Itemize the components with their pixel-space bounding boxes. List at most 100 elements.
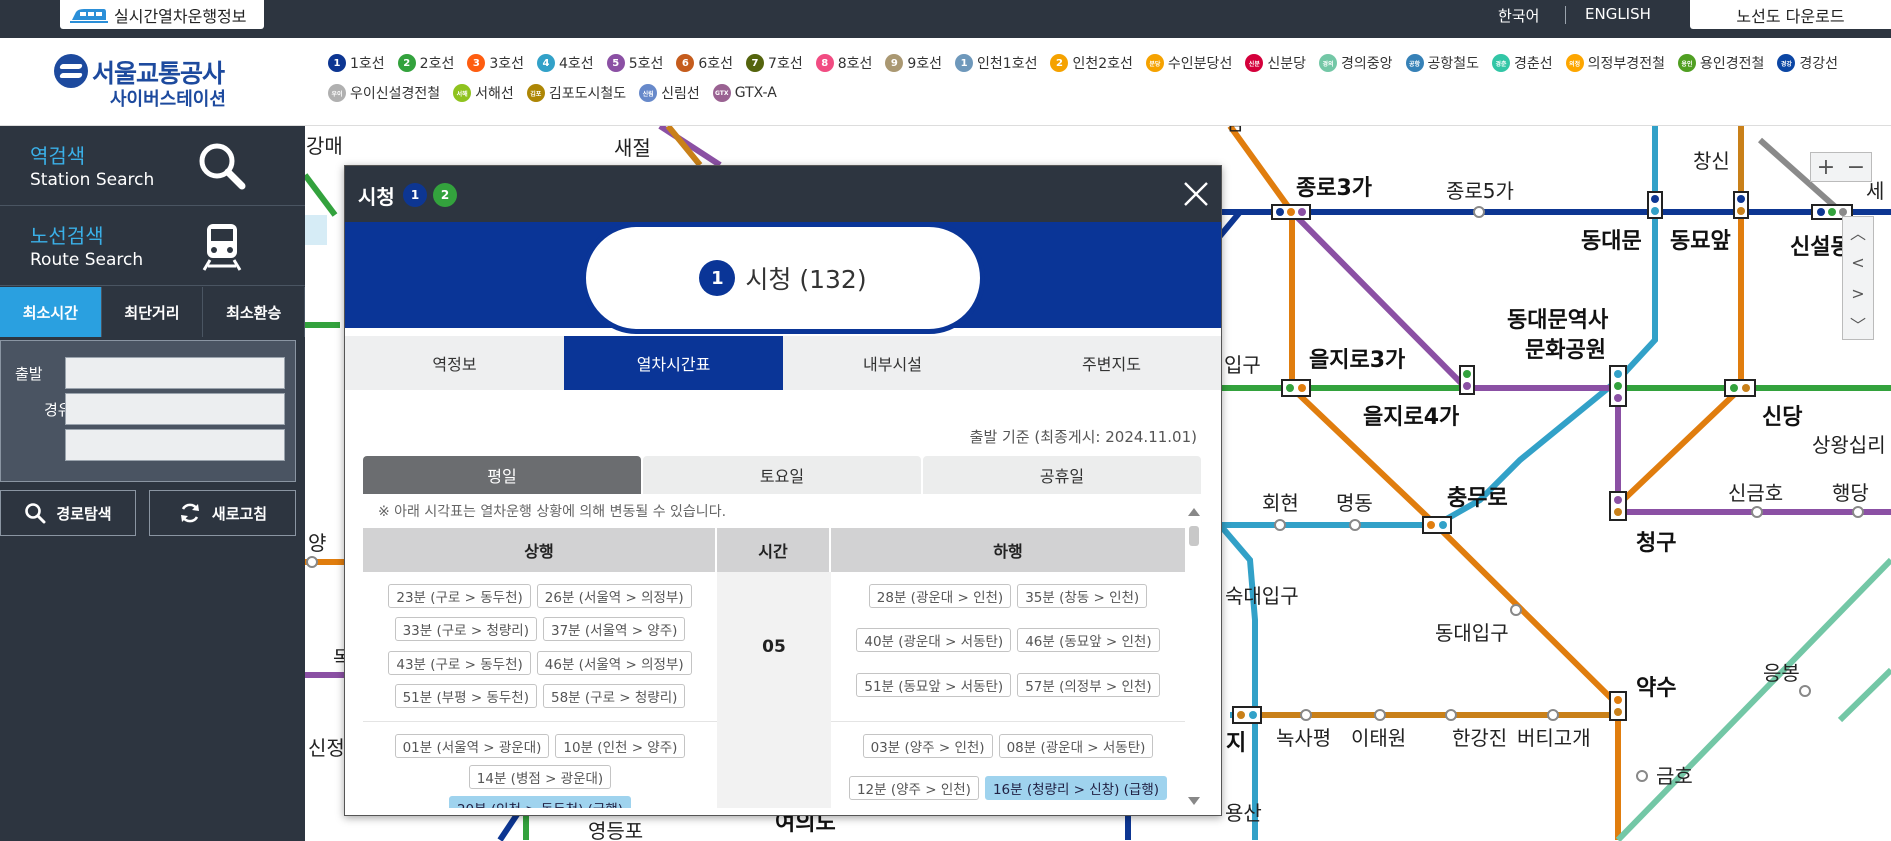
- map-label[interactable]: 충무로: [1447, 486, 1508, 511]
- map-label[interactable]: 문화공원: [1525, 338, 1606, 363]
- departure-chip[interactable]: 14분 (병점 > 광운대): [468, 765, 612, 789]
- depart-input[interactable]: [65, 357, 285, 389]
- legend-item[interactable]: 신림 신림선: [639, 84, 700, 102]
- map-label[interactable]: 행당: [1832, 481, 1869, 505]
- legend-item[interactable]: 경의 경의중앙: [1318, 54, 1393, 72]
- pan-up-icon[interactable]: ︿: [1843, 217, 1873, 248]
- zoom-in-button[interactable]: +: [1811, 153, 1841, 181]
- map-label[interactable]: 녹사평: [1276, 726, 1331, 750]
- map-label[interactable]: 숙대입구: [1225, 584, 1299, 608]
- departure-chip[interactable]: 37분 (서울역 > 양주): [543, 617, 686, 642]
- lang-korean-link[interactable]: 한국어: [1498, 5, 1539, 26]
- pan-down-icon[interactable]: ﹀: [1843, 309, 1873, 340]
- legend-item[interactable]: 의정 의정부경전철: [1565, 54, 1665, 72]
- map-label[interactable]: 명동: [1336, 491, 1373, 515]
- legend-item[interactable]: 8 8호선: [815, 54, 872, 72]
- via-input[interactable]: [65, 393, 285, 425]
- legend-item[interactable]: 4 4호선: [537, 54, 594, 72]
- timetable-scrollbar[interactable]: [1185, 504, 1203, 808]
- legend-item[interactable]: 용인 용인경전철: [1677, 54, 1764, 72]
- legend-item[interactable]: 2 인천2호선: [1050, 54, 1133, 72]
- map-label[interactable]: 동대문역사: [1507, 308, 1609, 333]
- map-label[interactable]: 입구: [1224, 353, 1261, 377]
- departure-chip[interactable]: 35분 (창동 > 인천): [1017, 584, 1148, 608]
- departure-chip[interactable]: 20분 (인천 > 동두천) (급행): [448, 796, 632, 808]
- realtime-train-info-button[interactable]: 실시간열차운행정보: [60, 0, 264, 29]
- legend-item[interactable]: 2 2호선: [397, 54, 454, 72]
- departure-chip[interactable]: 10분 (인천 > 양주): [555, 734, 686, 758]
- map-download-button[interactable]: 노선도 다운로드: [1690, 0, 1891, 29]
- legend-item[interactable]: GTX GTX-A: [712, 84, 777, 102]
- tab-facilities[interactable]: 내부시설: [783, 336, 1002, 390]
- pan-left-icon[interactable]: <: [1843, 248, 1873, 279]
- map-label[interactable]: 신당: [1762, 405, 1802, 430]
- departure-chip[interactable]: 08분 (광운대 > 서동탄): [998, 734, 1154, 758]
- map-label[interactable]: 양: [308, 531, 326, 555]
- close-icon[interactable]: [1181, 179, 1211, 209]
- scroll-thumb[interactable]: [1189, 526, 1199, 546]
- map-label[interactable]: 을지로4가: [1363, 405, 1459, 430]
- departure-chip[interactable]: 57분 (의정부 > 인천): [1017, 672, 1160, 697]
- map-label[interactable]: 응봉: [1763, 661, 1800, 685]
- map-label[interactable]: 남: [1226, 126, 1244, 135]
- legend-item[interactable]: 김포 김포도시철도: [526, 84, 626, 102]
- departure-chip[interactable]: 03분 (양주 > 인천): [862, 734, 993, 758]
- map-label[interactable]: 종로3가: [1296, 176, 1372, 201]
- map-label[interactable]: 용산: [1225, 801, 1262, 825]
- map-label[interactable]: 지: [1226, 731, 1246, 756]
- departure-chip[interactable]: 33분 (구로 > 청량리): [394, 617, 537, 642]
- tab-min-transfer[interactable]: 최소환승: [203, 287, 306, 337]
- map-label[interactable]: 새절: [614, 136, 651, 160]
- tab-station-info[interactable]: 역정보: [345, 336, 564, 390]
- pan-right-icon[interactable]: >: [1843, 278, 1873, 309]
- departure-chip[interactable]: 46분 (서울역 > 의정부): [536, 650, 692, 675]
- map-label[interactable]: 회현: [1262, 491, 1299, 515]
- zoom-out-button[interactable]: −: [1841, 153, 1871, 181]
- legend-item[interactable]: 서해 서해선: [453, 84, 514, 102]
- map-label[interactable]: 창신: [1693, 149, 1730, 173]
- route-search-menu[interactable]: 노선검색 Route Search: [0, 206, 305, 286]
- legend-item[interactable]: 5 5호선: [606, 54, 663, 72]
- departure-chip[interactable]: 16분 (청량리 > 신창) (급행): [984, 775, 1168, 800]
- map-label[interactable]: 신정: [308, 736, 345, 760]
- scroll-up-icon[interactable]: [1185, 505, 1203, 519]
- map-label[interactable]: 을지로3가: [1309, 348, 1405, 373]
- legend-item[interactable]: 공항 공항철도: [1405, 54, 1479, 72]
- legend-item[interactable]: 3 3호선: [467, 54, 524, 72]
- tab-nearby-map[interactable]: 주변지도: [1002, 336, 1221, 390]
- tab-min-time[interactable]: 최소시간: [0, 287, 102, 337]
- map-label[interactable]: 동묘앞: [1670, 229, 1731, 254]
- tab-weekday[interactable]: 평일: [363, 456, 641, 494]
- departure-chip[interactable]: 43분 (구로 > 동두천): [388, 650, 531, 675]
- departure-chip[interactable]: 26분 (서울역 > 의정부): [536, 584, 692, 608]
- map-label[interactable]: 한강진: [1452, 726, 1507, 750]
- departure-chip[interactable]: 51분 (부평 > 동두천): [394, 683, 537, 708]
- seoul-metro-logo[interactable]: 서울교통공사 사이버스테이션: [52, 50, 242, 110]
- lang-english-link[interactable]: ENGLISH: [1585, 5, 1651, 23]
- legend-item[interactable]: 6 6호선: [676, 54, 733, 72]
- map-label[interactable]: 이태원: [1351, 726, 1406, 750]
- departure-chip[interactable]: 58분 (구로 > 청량리): [543, 683, 686, 708]
- scroll-down-icon[interactable]: [1185, 794, 1203, 808]
- legend-item[interactable]: 분당 수인분당선: [1145, 54, 1232, 72]
- legend-item[interactable]: 1 1호선: [328, 54, 385, 72]
- map-label[interactable]: 상왕십리: [1812, 433, 1886, 457]
- map-label[interactable]: 동대문: [1581, 229, 1642, 254]
- map-label[interactable]: 버티고개: [1517, 726, 1591, 750]
- legend-item[interactable]: 우이 우이신설경전철: [328, 84, 440, 102]
- refresh-button[interactable]: 새로고침: [149, 490, 296, 536]
- departure-chip[interactable]: 46분 (동묘앞 > 인천): [1017, 628, 1160, 653]
- legend-item[interactable]: 9 9호선: [885, 54, 942, 72]
- map-label[interactable]: 금호: [1656, 764, 1693, 788]
- legend-item[interactable]: 신분 신분당: [1245, 54, 1306, 72]
- tab-timetable[interactable]: 열차시간표: [564, 336, 783, 390]
- map-label[interactable]: 종로5가: [1446, 179, 1514, 203]
- departure-chip[interactable]: 28분 (광운대 > 인천): [868, 584, 1012, 608]
- tab-shortest-distance[interactable]: 최단거리: [102, 287, 204, 337]
- map-label[interactable]: 세: [1866, 179, 1884, 203]
- map-label[interactable]: 동대입구: [1435, 621, 1509, 645]
- departure-chip[interactable]: 51분 (동묘앞 > 서동탄): [856, 672, 1012, 697]
- map-label[interactable]: 신금호: [1728, 481, 1783, 505]
- departure-chip[interactable]: 01분 (서울역 > 광운대): [394, 734, 550, 758]
- map-label[interactable]: 영등포: [588, 819, 643, 841]
